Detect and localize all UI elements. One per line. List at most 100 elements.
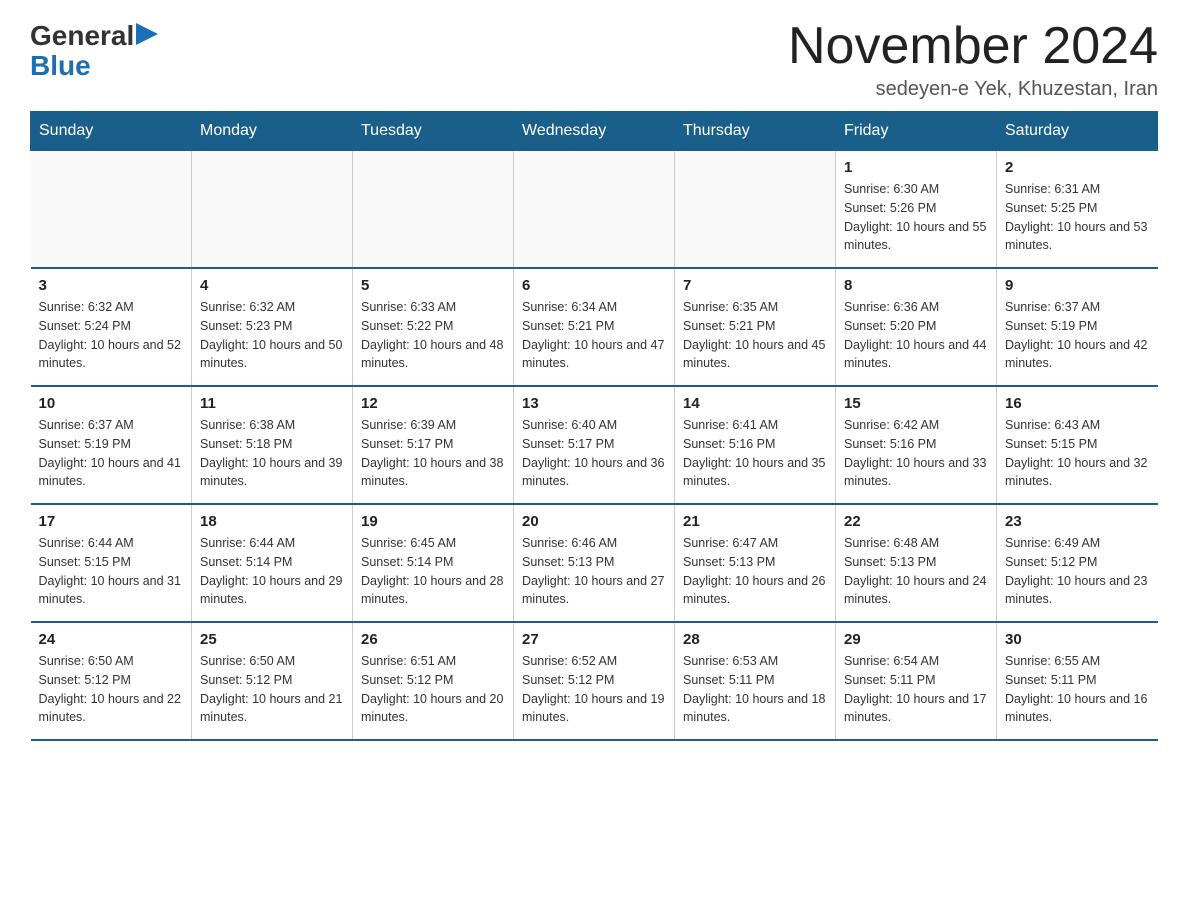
calendar-cell: 7 Sunrise: 6:35 AMSunset: 5:21 PMDaylight… xyxy=(675,268,836,386)
calendar-cell: 4 Sunrise: 6:32 AMSunset: 5:23 PMDaylight… xyxy=(192,268,353,386)
day-info: Sunrise: 6:36 AMSunset: 5:20 PMDaylight:… xyxy=(844,298,988,373)
day-info: Sunrise: 6:38 AMSunset: 5:18 PMDaylight:… xyxy=(200,416,344,491)
calendar-cell: 2Sunrise: 6:31 AMSunset: 5:25 PMDaylight… xyxy=(997,151,1158,269)
day-info: Sunrise: 6:31 AMSunset: 5:25 PMDaylight:… xyxy=(1005,180,1150,255)
calendar-header-row: SundayMondayTuesdayWednesdayThursdayFrid… xyxy=(31,112,1158,151)
day-info: Sunrise: 6:43 AMSunset: 5:15 PMDaylight:… xyxy=(1005,416,1150,491)
day-number: 3 xyxy=(39,277,184,294)
day-info: Sunrise: 6:41 AMSunset: 5:16 PMDaylight:… xyxy=(683,416,827,491)
weekday-header-monday: Monday xyxy=(192,112,353,151)
day-info: Sunrise: 6:52 AMSunset: 5:12 PMDaylight:… xyxy=(522,652,666,727)
calendar-cell xyxy=(514,151,675,269)
day-number: 14 xyxy=(683,395,827,412)
logo-blue-text: Blue xyxy=(30,50,91,82)
day-info: Sunrise: 6:55 AMSunset: 5:11 PMDaylight:… xyxy=(1005,652,1150,727)
calendar-cell: 3 Sunrise: 6:32 AMSunset: 5:24 PMDaylight… xyxy=(31,268,192,386)
calendar-cell: 15 Sunrise: 6:42 AMSunset: 5:16 PMDayligh… xyxy=(836,386,997,504)
day-number: 20 xyxy=(522,513,666,530)
day-info: Sunrise: 6:37 AMSunset: 5:19 PMDaylight:… xyxy=(1005,298,1150,373)
day-number: 6 xyxy=(522,277,666,294)
day-info: Sunrise: 6:45 AMSunset: 5:14 PMDaylight:… xyxy=(361,534,505,609)
day-number: 16 xyxy=(1005,395,1150,412)
page-header: General Blue November 2024 sedeyen-e Yek… xyxy=(30,20,1158,101)
day-number: 13 xyxy=(522,395,666,412)
day-number: 27 xyxy=(522,631,666,648)
day-number: 25 xyxy=(200,631,344,648)
calendar-cell: 18 Sunrise: 6:44 AMSunset: 5:14 PMDayligh… xyxy=(192,504,353,622)
calendar-cell: 12 Sunrise: 6:39 AMSunset: 5:17 PMDayligh… xyxy=(353,386,514,504)
day-number: 24 xyxy=(39,631,184,648)
day-number: 23 xyxy=(1005,513,1150,530)
day-info: Sunrise: 6:34 AMSunset: 5:21 PMDaylight:… xyxy=(522,298,666,373)
location-subtitle: sedeyen-e Yek, Khuzestan, Iran xyxy=(788,78,1158,101)
day-number: 5 xyxy=(361,277,505,294)
day-number: 18 xyxy=(200,513,344,530)
day-info: Sunrise: 6:44 AMSunset: 5:15 PMDaylight:… xyxy=(39,534,184,609)
calendar-cell: 23 Sunrise: 6:49 AMSunset: 5:12 PMDayligh… xyxy=(997,504,1158,622)
day-info: Sunrise: 6:32 AMSunset: 5:23 PMDaylight:… xyxy=(200,298,344,373)
calendar-table: SundayMondayTuesdayWednesdayThursdayFrid… xyxy=(30,111,1158,741)
day-number: 19 xyxy=(361,513,505,530)
calendar-cell: 11 Sunrise: 6:38 AMSunset: 5:18 PMDayligh… xyxy=(192,386,353,504)
day-info: Sunrise: 6:32 AMSunset: 5:24 PMDaylight:… xyxy=(39,298,184,373)
day-info: Sunrise: 6:46 AMSunset: 5:13 PMDaylight:… xyxy=(522,534,666,609)
calendar-week-row-1: 1Sunrise: 6:30 AMSunset: 5:26 PMDaylight… xyxy=(31,151,1158,269)
weekday-header-thursday: Thursday xyxy=(675,112,836,151)
day-info: Sunrise: 6:47 AMSunset: 5:13 PMDaylight:… xyxy=(683,534,827,609)
day-info: Sunrise: 6:50 AMSunset: 5:12 PMDaylight:… xyxy=(39,652,184,727)
weekday-header-tuesday: Tuesday xyxy=(353,112,514,151)
calendar-cell: 22Sunrise: 6:48 AMSunset: 5:13 PMDayligh… xyxy=(836,504,997,622)
day-number: 1 xyxy=(844,159,988,176)
day-number: 15 xyxy=(844,395,988,412)
calendar-cell: 24 Sunrise: 6:50 AMSunset: 5:12 PMDayligh… xyxy=(31,622,192,740)
calendar-week-row-3: 10Sunrise: 6:37 AMSunset: 5:19 PMDayligh… xyxy=(31,386,1158,504)
calendar-cell: 27 Sunrise: 6:52 AMSunset: 5:12 PMDayligh… xyxy=(514,622,675,740)
day-number: 8 xyxy=(844,277,988,294)
day-info: Sunrise: 6:42 AMSunset: 5:16 PMDaylight:… xyxy=(844,416,988,491)
day-number: 11 xyxy=(200,395,344,412)
calendar-cell: 20 Sunrise: 6:46 AMSunset: 5:13 PMDayligh… xyxy=(514,504,675,622)
day-number: 21 xyxy=(683,513,827,530)
calendar-cell xyxy=(675,151,836,269)
title-block: November 2024 sedeyen-e Yek, Khuzestan, … xyxy=(788,20,1158,101)
day-number: 30 xyxy=(1005,631,1150,648)
calendar-cell: 19 Sunrise: 6:45 AMSunset: 5:14 PMDayligh… xyxy=(353,504,514,622)
weekday-header-saturday: Saturday xyxy=(997,112,1158,151)
day-number: 10 xyxy=(39,395,184,412)
day-info: Sunrise: 6:53 AMSunset: 5:11 PMDaylight:… xyxy=(683,652,827,727)
calendar-week-row-5: 24 Sunrise: 6:50 AMSunset: 5:12 PMDayligh… xyxy=(31,622,1158,740)
day-number: 7 xyxy=(683,277,827,294)
day-number: 17 xyxy=(39,513,184,530)
calendar-week-row-2: 3 Sunrise: 6:32 AMSunset: 5:24 PMDaylight… xyxy=(31,268,1158,386)
calendar-cell: 28 Sunrise: 6:53 AMSunset: 5:11 PMDayligh… xyxy=(675,622,836,740)
day-info: Sunrise: 6:44 AMSunset: 5:14 PMDaylight:… xyxy=(200,534,344,609)
calendar-cell xyxy=(353,151,514,269)
day-info: Sunrise: 6:39 AMSunset: 5:17 PMDaylight:… xyxy=(361,416,505,491)
day-info: Sunrise: 6:35 AMSunset: 5:21 PMDaylight:… xyxy=(683,298,827,373)
calendar-cell: 30 Sunrise: 6:55 AMSunset: 5:11 PMDayligh… xyxy=(997,622,1158,740)
day-number: 22 xyxy=(844,513,988,530)
day-info: Sunrise: 6:49 AMSunset: 5:12 PMDaylight:… xyxy=(1005,534,1150,609)
calendar-week-row-4: 17 Sunrise: 6:44 AMSunset: 5:15 PMDayligh… xyxy=(31,504,1158,622)
logo: General Blue xyxy=(30,20,158,82)
calendar-cell: 14 Sunrise: 6:41 AMSunset: 5:16 PMDayligh… xyxy=(675,386,836,504)
day-number: 9 xyxy=(1005,277,1150,294)
calendar-cell: 10Sunrise: 6:37 AMSunset: 5:19 PMDayligh… xyxy=(31,386,192,504)
calendar-cell xyxy=(192,151,353,269)
day-info: Sunrise: 6:33 AMSunset: 5:22 PMDaylight:… xyxy=(361,298,505,373)
day-number: 28 xyxy=(683,631,827,648)
calendar-cell: 8 Sunrise: 6:36 AMSunset: 5:20 PMDaylight… xyxy=(836,268,997,386)
day-info: Sunrise: 6:40 AMSunset: 5:17 PMDaylight:… xyxy=(522,416,666,491)
day-info: Sunrise: 6:50 AMSunset: 5:12 PMDaylight:… xyxy=(200,652,344,727)
calendar-cell: 26Sunrise: 6:51 AMSunset: 5:12 PMDayligh… xyxy=(353,622,514,740)
day-number: 4 xyxy=(200,277,344,294)
weekday-header-sunday: Sunday xyxy=(31,112,192,151)
day-number: 12 xyxy=(361,395,505,412)
logo-general: General xyxy=(30,20,158,52)
day-info: Sunrise: 6:51 AMSunset: 5:12 PMDaylight:… xyxy=(361,652,505,727)
calendar-cell: 17 Sunrise: 6:44 AMSunset: 5:15 PMDayligh… xyxy=(31,504,192,622)
calendar-cell: 5 Sunrise: 6:33 AMSunset: 5:22 PMDaylight… xyxy=(353,268,514,386)
calendar-cell: 16 Sunrise: 6:43 AMSunset: 5:15 PMDayligh… xyxy=(997,386,1158,504)
month-year-title: November 2024 xyxy=(788,20,1158,72)
calendar-cell: 13 Sunrise: 6:40 AMSunset: 5:17 PMDayligh… xyxy=(514,386,675,504)
